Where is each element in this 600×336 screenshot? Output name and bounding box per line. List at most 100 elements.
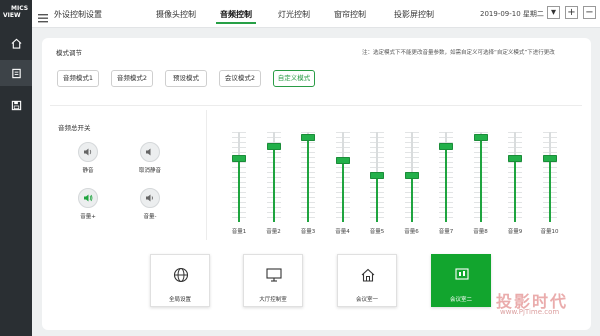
volume-up-button[interactable]: 音量+ <box>68 188 108 220</box>
mute-label: 静音 <box>82 168 94 174</box>
sidebar-item-devices[interactable] <box>0 60 32 86</box>
slider-handle[interactable] <box>473 134 488 142</box>
slider-fill <box>479 137 482 222</box>
channel-slider-1[interactable]: 音量1 <box>226 130 252 238</box>
channel-label: 音量1 <box>231 229 247 235</box>
scene-card-global-label: 全局设置 <box>168 297 191 303</box>
slider-fill <box>341 159 344 222</box>
channel-label: 音量8 <box>473 229 488 235</box>
channel-slider-8[interactable]: 音量8 <box>468 130 494 238</box>
channel-slider-2[interactable]: 音量2 <box>261 130 287 238</box>
channel-label: 音量7 <box>438 229 454 235</box>
tab-lighting-label: 灯光控制 <box>278 10 310 19</box>
slider-fill <box>307 137 309 222</box>
watermark: 投影时代 www.PjTime.com <box>476 288 596 334</box>
channel-label: 音量6 <box>404 229 419 235</box>
monitor-icon <box>266 268 282 282</box>
save-icon <box>11 100 21 110</box>
sidebar: MICS VIEW <box>0 0 32 336</box>
globe-icon <box>173 267 189 283</box>
scene-card-hall-label: 大厅控制室 <box>259 297 287 303</box>
tab-curtain[interactable]: 窗帘控制 <box>334 9 366 20</box>
tab-projector-screen-label: 投影屏控制 <box>394 10 434 19</box>
slider-fill <box>376 174 378 222</box>
volume-down-button[interactable]: 音量- <box>130 188 170 220</box>
channel-slider-5[interactable]: 音量5 <box>364 130 390 238</box>
slider-handle[interactable] <box>232 155 246 163</box>
mode-button-audio-2[interactable]: 音频模式2 <box>111 70 153 87</box>
channel-slider-6[interactable]: 音量6 <box>399 130 425 238</box>
sidebar-item-save[interactable] <box>0 92 32 118</box>
dropdown-button[interactable]: ▾ <box>547 6 560 19</box>
volume-down-icon <box>146 194 153 202</box>
volume-up-label: 音量+ <box>80 214 96 220</box>
mode-button-preset[interactable]: 预设模式 <box>165 70 207 87</box>
channel-sliders: 音量1 音量2 音量3 音量4 音量5 音量6 音量7 音量8 音量9 音量10 <box>222 130 572 238</box>
slider-handle[interactable] <box>508 155 522 163</box>
presentation-icon <box>455 268 469 280</box>
channel-slider-7[interactable]: 音量7 <box>433 130 459 238</box>
channel-label: 音量10 <box>540 229 559 235</box>
house-icon <box>361 268 375 282</box>
add-button[interactable]: + <box>565 6 578 19</box>
slider-fill <box>410 174 413 222</box>
slider-handle[interactable] <box>266 142 281 150</box>
channel-label: 音量2 <box>266 229 281 235</box>
mode-button-audio-1[interactable]: 音频模式1 <box>57 70 99 87</box>
tab-projector-screen[interactable]: 投影屏控制 <box>394 9 434 20</box>
slider-handle[interactable] <box>439 142 453 150</box>
unmute-button[interactable]: 取消静音 <box>130 142 170 174</box>
slider-handle[interactable] <box>542 155 557 163</box>
slider-handle[interactable] <box>301 134 315 142</box>
tab-camera-label: 摄像头控制 <box>156 10 196 19</box>
mode-note: 注：选定模式下不能更改音量参数，如需自定义可选择“自定义模式”下进行更改 <box>362 50 555 56</box>
remove-button[interactable]: − <box>583 6 596 19</box>
slider-fill <box>445 145 447 222</box>
tab-audio[interactable]: 音频控制 <box>216 9 256 24</box>
sidebar-item-home[interactable] <box>0 30 32 56</box>
channel-label: 音量5 <box>369 229 385 235</box>
channel-slider-10[interactable]: 音量10 <box>537 130 563 238</box>
channel-slider-9[interactable]: 音量9 <box>502 130 528 238</box>
tab-active-indicator <box>216 22 256 24</box>
channel-slider-3[interactable]: 音量3 <box>295 130 321 238</box>
divider <box>50 105 582 106</box>
slider-fill <box>548 158 551 222</box>
slider-handle[interactable] <box>335 156 350 164</box>
slider-fill <box>272 145 275 222</box>
mode-button-custom[interactable]: 自定义模式 <box>273 70 315 87</box>
scene-card-global[interactable]: 全局设置 <box>150 254 210 307</box>
mute-button[interactable]: 静音 <box>68 142 108 174</box>
audio-control-panel: 模式调节 注：选定模式下不能更改音量参数，如需自定义可选择“自定义模式”下进行更… <box>42 38 591 330</box>
tab-audio-label: 音频控制 <box>220 10 252 19</box>
logo: MICS VIEW <box>2 3 32 31</box>
logo-line2: VIEW <box>3 12 21 19</box>
mode-button-meeting-2[interactable]: 会议模式2 <box>219 70 261 87</box>
unmute-label: 取消静音 <box>138 168 161 174</box>
slider-fill <box>238 158 240 222</box>
channel-slider-4[interactable]: 音量4 <box>330 130 356 238</box>
divider <box>206 110 207 240</box>
tab-curtain-label: 窗帘控制 <box>334 10 366 19</box>
menu-icon[interactable] <box>38 8 48 27</box>
channel-label: 音量4 <box>335 229 350 235</box>
scene-card-meeting-room-1-label: 会议室一 <box>355 297 378 303</box>
scene-card-meeting-room-1[interactable]: 会议室一 <box>337 254 397 307</box>
tab-camera[interactable]: 摄像头控制 <box>156 9 196 20</box>
scene-card-hall[interactable]: 大厅控制室 <box>243 254 303 307</box>
tab-lighting[interactable]: 灯光控制 <box>278 9 310 20</box>
top-bar: 外设控制设置 摄像头控制 音频控制 灯光控制 窗帘控制 投影屏控制 2019-0… <box>32 0 600 28</box>
logo-line1: MICS <box>11 5 29 12</box>
slider-handle[interactable] <box>404 171 419 179</box>
speaker-muted-icon <box>146 148 151 156</box>
home-icon <box>11 38 21 49</box>
app-title: 外设控制设置 <box>54 10 102 19</box>
speaker-icon <box>84 148 92 156</box>
watermark-url: www.PjTime.com <box>500 308 560 316</box>
slider-handle[interactable] <box>370 171 384 179</box>
mode-section-title: 模式调节 <box>56 49 82 57</box>
datetime: 2019-09-10 星期二 <box>480 10 544 18</box>
channel-label: 音量9 <box>507 229 523 235</box>
volume-up-icon <box>84 194 93 202</box>
master-switch-title: 音频总开关 <box>58 124 91 132</box>
